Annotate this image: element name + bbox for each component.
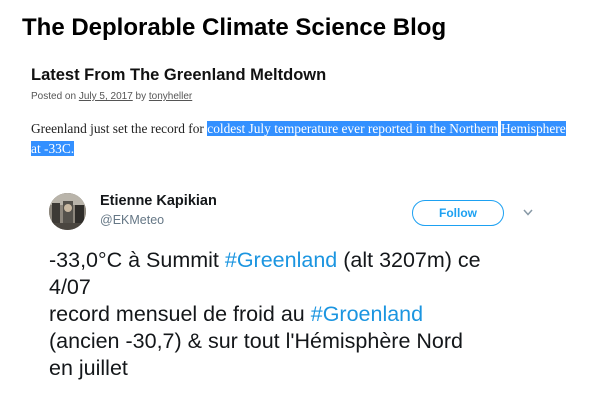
post-author-link[interactable]: tonyheller [149, 91, 192, 102]
blog-title[interactable]: The Deplorable Climate Science Blog [22, 14, 446, 42]
tweet-line: record mensuel de froid au #Groenland [49, 301, 569, 328]
avatar-photo-icon [49, 193, 86, 230]
tweet-line: (ancien -30,7) & sur tout l'Hémisphère N… [49, 329, 463, 353]
by-label: by [135, 91, 147, 102]
post-date-link[interactable]: July 5, 2017 [79, 91, 133, 102]
avatar[interactable] [49, 193, 86, 230]
post-meta: Posted on July 5, 2017 by tonyheller [31, 91, 192, 102]
tweet-author-handle[interactable]: @EKMeteo [100, 213, 164, 227]
tweet-text-part: (alt 3207m) ce [337, 248, 481, 272]
post-title[interactable]: Latest From The Greenland Meltdown [31, 66, 326, 85]
hashtag-link[interactable]: #Groenland [311, 302, 423, 326]
chevron-down-icon[interactable] [521, 206, 535, 218]
post-body-text: Greenland just set the record for [31, 121, 208, 136]
tweet-text-part: record mensuel de froid au [49, 302, 311, 326]
post-body-highlight: coldest July temperature ever reported i… [207, 121, 498, 136]
follow-button[interactable]: Follow [412, 200, 504, 226]
tweet-line: en juillet [49, 356, 128, 380]
tweet-text-part: -33,0°C à Summit [49, 248, 225, 272]
tweet-line: 4/07 [49, 275, 91, 299]
hashtag-link[interactable]: #Greenland [225, 248, 337, 272]
tweet-author-name[interactable]: Etienne Kapikian [100, 193, 217, 209]
post-body: Greenland just set the record for coldes… [31, 119, 576, 159]
tweet-line: -33,0°C à Summit #Greenland (alt 3207m) … [49, 247, 569, 274]
posted-on-label: Posted on [31, 91, 77, 102]
tweet-text: -33,0°C à Summit #Greenland (alt 3207m) … [49, 247, 569, 382]
